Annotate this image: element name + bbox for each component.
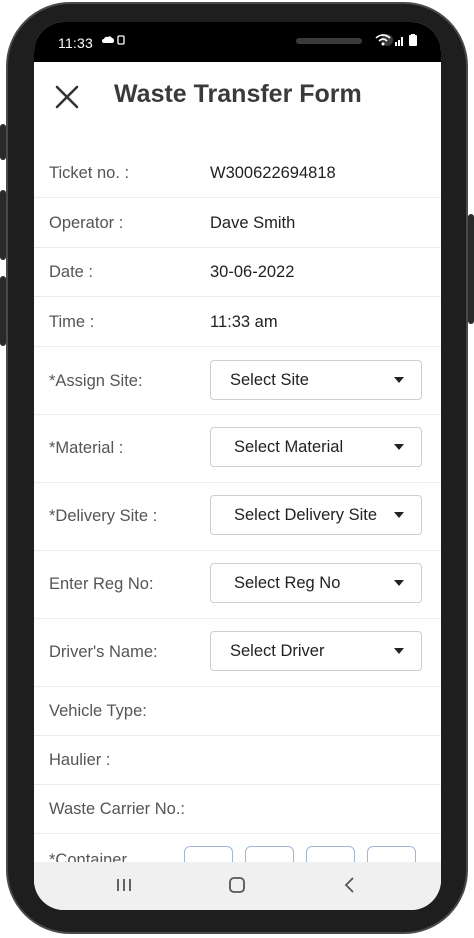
operator-label: Operator :	[49, 214, 124, 232]
ticket-label: Ticket no. :	[49, 164, 130, 182]
page-title: Waste Transfer Form	[114, 80, 362, 108]
close-icon[interactable]	[54, 84, 80, 110]
reg-no-row: Enter Reg No: Select Reg No	[34, 551, 441, 619]
delivery-site-selected: Select Delivery Site	[234, 506, 378, 524]
ticket-value: W300622694818	[210, 164, 336, 182]
driver-selected: Select Driver	[230, 642, 325, 660]
delivery-site-row: *Delivery Site : Select Delivery Site	[34, 483, 441, 551]
phone-side-button	[0, 124, 6, 160]
vehicle-type-label: Vehicle Type:	[49, 702, 147, 720]
reg-no-label: Enter Reg No:	[49, 575, 154, 593]
caret-down-icon	[394, 512, 404, 518]
driver-label: Driver's Name:	[49, 643, 158, 661]
assign-site-label: *Assign Site:	[49, 372, 143, 390]
material-label: *Material :	[49, 439, 124, 457]
camera-notch	[129, 22, 393, 60]
operator-row: Operator : Dave Smith	[34, 198, 441, 248]
assign-site-dropdown[interactable]: Select Site	[210, 360, 422, 400]
home-icon[interactable]	[227, 875, 247, 895]
phone-volume-button	[0, 190, 6, 260]
battery-icon	[409, 34, 417, 46]
back-icon[interactable]	[342, 875, 358, 895]
caret-down-icon	[394, 648, 404, 654]
delivery-site-dropdown[interactable]: Select Delivery Site	[210, 495, 422, 535]
assign-site-selected: Select Site	[230, 371, 309, 389]
signal-icon	[395, 37, 403, 46]
driver-row: Driver's Name: Select Driver	[34, 619, 441, 687]
waste-carrier-row: Waste Carrier No.:	[34, 785, 441, 834]
haulier-row: Haulier :	[34, 736, 441, 785]
vehicle-type-row: Vehicle Type:	[34, 687, 441, 736]
haulier-label: Haulier :	[49, 751, 111, 769]
recent-apps-icon[interactable]	[115, 875, 133, 895]
assign-site-row: *Assign Site: Select Site	[34, 347, 441, 415]
date-label: Date :	[49, 263, 94, 281]
sim-icon	[117, 35, 125, 45]
material-selected: Select Material	[234, 438, 344, 456]
caret-down-icon	[394, 580, 404, 586]
caret-down-icon	[394, 377, 404, 383]
time-label: Time :	[49, 313, 95, 331]
reg-no-dropdown[interactable]: Select Reg No	[210, 563, 422, 603]
driver-dropdown[interactable]: Select Driver	[210, 631, 422, 671]
status-right-icons	[375, 34, 417, 46]
navigation-bar	[34, 862, 441, 910]
reg-no-selected: Select Reg No	[234, 574, 341, 592]
ticket-row: Ticket no. : W300622694818	[34, 148, 441, 198]
phone-power-button	[468, 214, 474, 324]
time-row: Time : 11:33 am	[34, 297, 441, 347]
wifi-icon	[375, 34, 391, 46]
cloud-icon	[102, 35, 125, 45]
caret-down-icon	[394, 444, 404, 450]
status-left-icons	[101, 34, 127, 49]
speaker-grille	[296, 38, 362, 44]
app-screen: 11:33 Waste Transfer Form Ticket no.: W…	[34, 22, 441, 910]
material-dropdown[interactable]: Select Material	[210, 427, 422, 467]
phone-volume-button	[0, 276, 6, 346]
date-row: Date : 30-06-2022	[34, 248, 441, 297]
status-bar: 11:33	[34, 22, 441, 62]
waste-carrier-label: Waste Carrier No.:	[49, 800, 185, 818]
operator-value: Dave Smith	[210, 214, 296, 232]
delivery-site-label: *Delivery Site :	[49, 507, 158, 525]
time-value: 11:33 am	[210, 313, 278, 331]
date-value: 30-06-2022	[210, 263, 295, 281]
status-time: 11:33	[58, 35, 93, 51]
material-row: *Material : Select Material	[34, 415, 441, 483]
